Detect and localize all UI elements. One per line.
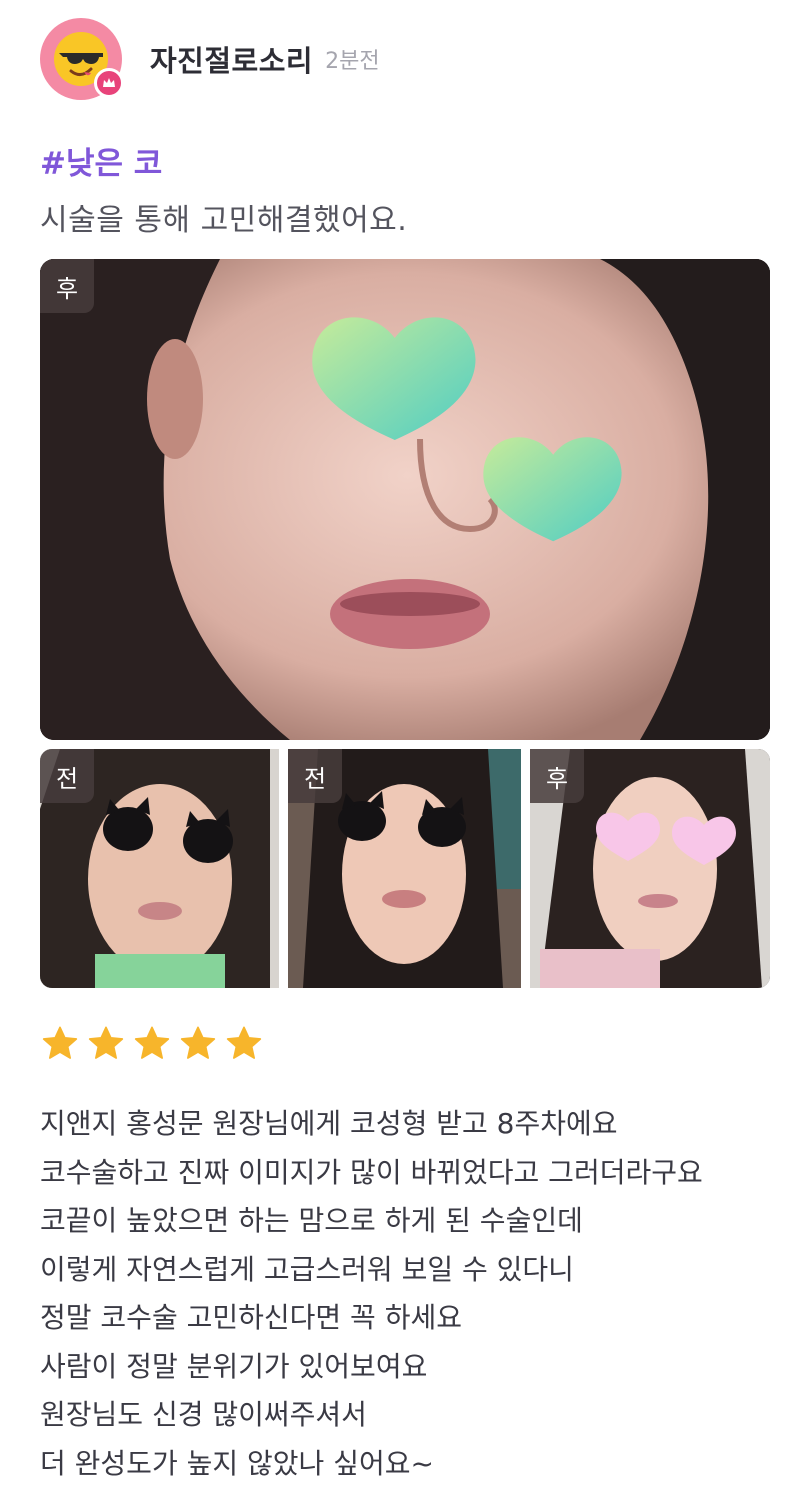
avatar[interactable] <box>40 18 124 100</box>
after-tag-thumb: 후 <box>530 749 584 803</box>
after-tag: 후 <box>40 259 94 313</box>
review-line: 지앤지 홍성문 원장님에게 코성형 받고 8주차에요 <box>40 1107 618 1140</box>
star-icon <box>88 1026 124 1059</box>
review-line: 정말 코수술 고민하신다면 꼭 하세요 <box>40 1301 463 1334</box>
review-line: 원장님도 신경 많이써주셔서 <box>40 1398 367 1431</box>
username[interactable]: 자진절로소리 <box>150 38 313 80</box>
before-photo-2[interactable]: 전 <box>288 749 521 988</box>
hashtag-link[interactable]: #낮은 코 <box>40 138 162 183</box>
crown-badge-icon <box>94 68 124 98</box>
star-icon <box>42 1026 78 1059</box>
review-line: 사람이 정말 분위기가 있어보여요 <box>40 1349 428 1383</box>
review-line: 더 완성도가 높지 않았나 싶어요~ <box>40 1446 434 1480</box>
before-tag-1: 전 <box>40 749 94 803</box>
post-header: 자진절로소리 2분전 <box>40 18 380 100</box>
post-subtitle: 시술을 통해 고민해결했어요. <box>40 203 408 238</box>
face-photo-image <box>40 259 770 740</box>
star-icon <box>226 1026 262 1059</box>
star-icon <box>134 1026 170 1059</box>
review-line: 코수술하고 진짜 이미지가 많이 바뀌었다고 그러더라구요 <box>40 1155 703 1189</box>
star-rating <box>40 1024 264 1064</box>
review-line: 이렇게 자연스럽게 고급스러워 보일 수 있다니 <box>40 1252 574 1286</box>
main-after-photo[interactable]: 후 <box>40 259 770 740</box>
before-photo-1[interactable]: 전 <box>40 749 279 988</box>
post-time: 2분전 <box>325 49 380 74</box>
review-line: 코끝이 높았으면 하는 맘으로 하게 된 수술인데 <box>40 1204 583 1237</box>
star-icon <box>180 1026 216 1059</box>
after-photo-thumb[interactable]: 후 <box>530 749 770 988</box>
review-text: 지앤지 홍성문 원장님에게 코성형 받고 8주차에요 코수술하고 진짜 이미지가… <box>40 1100 703 1488</box>
before-tag-2: 전 <box>288 749 342 803</box>
